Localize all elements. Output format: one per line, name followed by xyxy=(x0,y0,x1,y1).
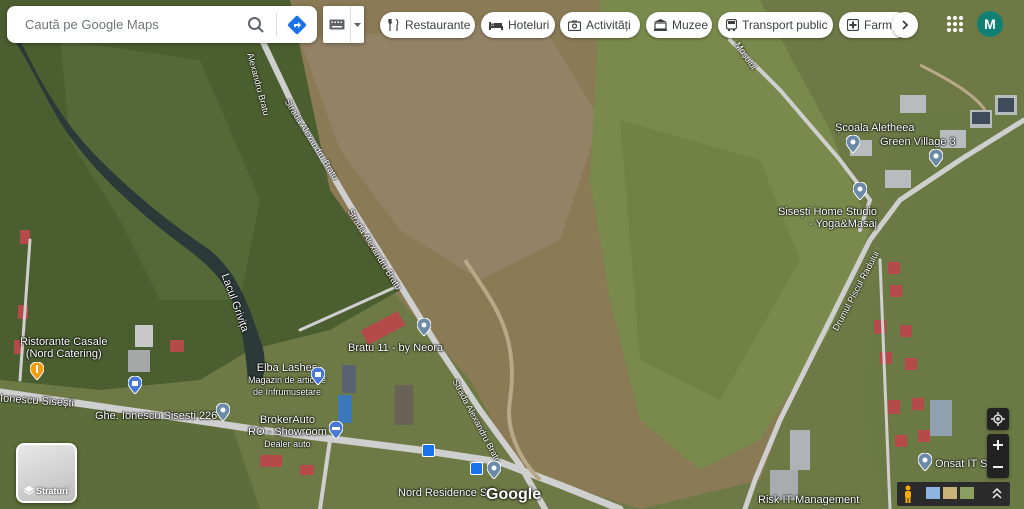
bus-stop-icon[interactable] xyxy=(470,462,483,475)
shopping-pin-icon[interactable] xyxy=(311,367,325,385)
chip-muzee-label: Muzee xyxy=(672,18,709,32)
map-pin-icon[interactable] xyxy=(846,135,860,153)
label-nord-residence[interactable]: Nord Residence S xyxy=(398,487,487,499)
label-home-studio[interactable]: Sisești Home Studio - Yoga&Masaj xyxy=(778,206,877,230)
broker-line3: Dealer auto xyxy=(264,439,311,449)
label-risk-it[interactable]: Risk IT Management xyxy=(758,494,859,506)
directions-icon xyxy=(287,15,307,34)
google-logo: Google xyxy=(486,486,542,503)
label-ionescu-226[interactable]: Ghe. Ionescu Sisesti 226 xyxy=(95,410,217,422)
my-location-icon xyxy=(991,412,1005,426)
label-broker-auto[interactable]: BrokerAuto RO - Showroom Dealer auto xyxy=(248,414,327,450)
chip-activitati[interactable]: Activități xyxy=(560,12,640,38)
map-pin-icon[interactable] xyxy=(918,453,932,471)
camera-icon xyxy=(568,20,581,31)
bus-stop-icon[interactable] xyxy=(422,444,435,457)
chips-scroll-right-button[interactable] xyxy=(892,12,918,38)
map-pin-icon[interactable] xyxy=(216,403,230,421)
minus-icon xyxy=(993,466,1003,468)
shopping-pin-icon[interactable] xyxy=(128,376,142,394)
map-pin-icon[interactable] xyxy=(929,149,943,167)
search-icon xyxy=(248,16,264,33)
keyboard-icon xyxy=(329,19,345,30)
ristorante-line2: (Nord Catering) xyxy=(25,348,102,360)
chip-transport-public[interactable]: Transport public xyxy=(718,12,833,38)
map-pin-icon[interactable] xyxy=(853,182,867,200)
chip-transport-label: Transport public xyxy=(742,18,828,32)
layers-text: Straturi xyxy=(36,486,69,496)
input-tools[interactable] xyxy=(323,6,364,43)
bed-icon xyxy=(489,22,503,30)
chip-hoteluri[interactable]: Hoteluri xyxy=(481,12,555,38)
account-avatar[interactable]: M xyxy=(977,11,1003,37)
zoom-in-button[interactable] xyxy=(987,434,1009,456)
search-input[interactable] xyxy=(7,16,236,33)
imagery-thumb-2[interactable] xyxy=(943,487,957,499)
chip-restaurante[interactable]: Restaurante xyxy=(380,12,475,38)
restaurant-pin-icon[interactable] xyxy=(30,362,44,380)
chip-activitati-label: Activități xyxy=(586,18,631,32)
home-studio-line1: Sisești Home Studio xyxy=(778,206,878,218)
directions-button[interactable] xyxy=(277,6,317,43)
elba-line3: de înfrumusețare xyxy=(253,387,322,397)
zoom-out-button[interactable] xyxy=(987,456,1009,478)
home-studio-line2: - Yoga&Masaj xyxy=(809,218,878,230)
map-pin-icon[interactable] xyxy=(487,461,501,479)
search-box[interactable] xyxy=(7,6,317,43)
layers-icon xyxy=(23,486,35,495)
imagery-strip xyxy=(897,482,1010,506)
imagery-thumb-3[interactable] xyxy=(960,487,974,499)
car-dealer-pin-icon[interactable] xyxy=(329,421,343,439)
chevron-up-icon[interactable] xyxy=(992,488,1002,500)
chevron-right-icon xyxy=(901,20,908,30)
map-pin-icon[interactable] xyxy=(417,318,431,336)
search-button[interactable] xyxy=(236,6,276,43)
chip-hoteluri-label: Hoteluri xyxy=(508,18,550,32)
dropdown-arrow-icon xyxy=(354,22,362,27)
label-scoala[interactable]: Școala Aletheea xyxy=(835,122,915,134)
layers-label: Straturi xyxy=(23,486,69,496)
fork-knife-icon xyxy=(388,19,399,31)
ristorante-line1: Ristorante Casale xyxy=(20,336,108,348)
label-green-village[interactable]: Green Village 3 xyxy=(880,136,956,148)
plus-icon xyxy=(993,440,1003,450)
label-ristorante[interactable]: Ristorante Casale (Nord Catering) xyxy=(20,336,107,360)
my-location-button[interactable] xyxy=(987,408,1009,430)
label-onsat[interactable]: Onsat IT S xyxy=(935,458,987,470)
input-tools-dropdown[interactable] xyxy=(350,6,364,43)
keyboard-button[interactable] xyxy=(323,19,350,30)
label-bratu-11[interactable]: Bratu 11 - by Neora xyxy=(348,342,443,354)
broker-line2: RO - Showroom xyxy=(248,426,327,438)
apps-grid-icon[interactable] xyxy=(944,13,966,35)
imagery-thumb-1[interactable] xyxy=(926,487,940,499)
pegman-icon[interactable] xyxy=(902,485,914,503)
chip-muzee[interactable]: Muzee xyxy=(646,12,712,38)
museum-icon xyxy=(654,19,667,31)
pharmacy-icon xyxy=(847,19,859,31)
chip-restaurante-label: Restaurante xyxy=(405,18,471,32)
bus-icon xyxy=(726,19,737,31)
layers-button[interactable]: Straturi xyxy=(16,443,77,503)
broker-line1: BrokerAuto xyxy=(259,414,315,426)
